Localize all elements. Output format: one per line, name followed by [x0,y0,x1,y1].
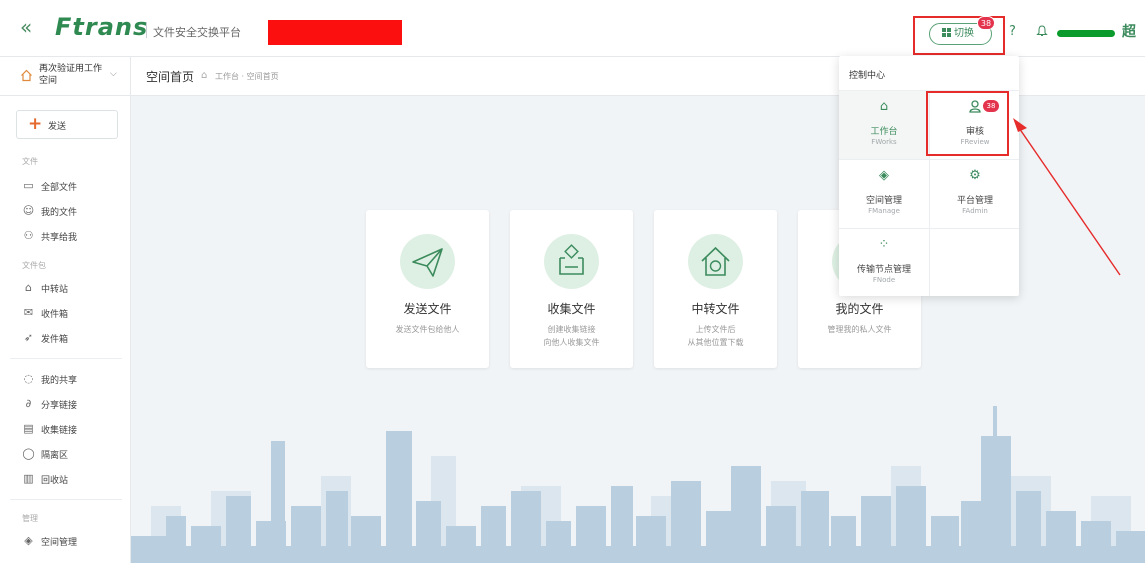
card-send-files[interactable]: 发送文件 发送文件包给他人 [366,210,489,368]
sidebar-item-label: 中转站 [41,285,69,295]
tile-sublabel: FManage [868,207,900,215]
workspace-name: 再次验证用工作空间 [39,64,103,86]
card-title: 中转文件 [691,302,740,316]
tile-label: 传输节点管理 [856,265,911,275]
card-subtitle: 管理我的私人文件 [827,325,892,334]
tile-sublabel: FNode [872,276,896,284]
transfer-icon: ⌂ [25,281,32,294]
collect-box-icon [544,234,599,289]
tile-fnode[interactable]: ⁘ 传输节点管理 FNode [839,229,929,297]
sidebar-item-label: 空间管理 [41,538,78,548]
sidebar-item-transfer-station[interactable]: ⌂ 中转站 [22,281,122,297]
paper-plane-icon [400,234,455,289]
sidebar-item-label: 回收站 [41,476,69,486]
top-header: « Ftrans 文件安全交换平台 切换 38 ? 超 [0,0,1145,57]
sidebar-item-space-management[interactable]: ◈ 空间管理 [22,534,122,550]
sidebar-item-collect-links[interactable]: ▤ 收集链接 [22,422,122,438]
sidebar-item-share-links[interactable]: ∂ 分享链接 [22,397,122,413]
relay-house-icon [688,234,743,289]
platform-name: 文件安全交换平台 [153,26,241,39]
home-icon [20,69,33,85]
switch-label: 切换 [954,28,974,39]
user-file-icon: ☺ [22,204,35,217]
send-label: 发送 [48,122,67,132]
trash-icon: ▥ [23,472,34,485]
folder-icon: ▭ [23,179,34,192]
sidebar-item-quarantine[interactable]: ◯ 隔离区 [22,447,122,463]
sidebar-item-recycle-bin[interactable]: ▥ 回收站 [22,472,122,488]
layers-icon: ◈ [24,534,33,547]
layers-icon: ◈ [879,168,889,183]
review-badge: 38 [983,100,999,112]
tile-fworks[interactable]: ⌂ 工作台 FWorks [839,91,929,159]
card-relay-files[interactable]: 中转文件 上传文件后 从其他位置下载 [654,210,777,368]
link-icon: ∂ [25,397,32,410]
share-icon: ◌ [23,372,34,385]
control-center-title: 控制中心 [849,71,886,81]
redacted-region [268,20,402,45]
inbox-icon: ✉ [23,306,34,319]
sidebar-item-label: 全部文件 [41,183,78,193]
sidebar-item-label: 发件箱 [41,335,69,345]
card-title: 发送文件 [403,302,452,316]
help-icon[interactable]: ? [1009,24,1016,39]
outbox-icon: ➶ [23,331,34,344]
sidebar-item-inbox[interactable]: ✉ 收件箱 [22,306,122,322]
bell-icon[interactable] [1036,25,1048,37]
ftrans-logo: Ftrans [55,13,149,41]
workspace-selector[interactable]: 再次验证用工作空间 ⌵ [0,57,131,96]
card-collect-files[interactable]: 收集文件 创建收集链接 向他人收集文件 [510,210,633,368]
sidebar-item-all-files[interactable]: ▭ 全部文件 [22,179,122,195]
breadcrumb-home-icon[interactable]: ⌂ [201,70,207,81]
switch-badge: 38 [977,16,995,30]
collapse-sidebar-icon[interactable]: « [20,16,38,38]
sidebar-item-my-files[interactable]: ☺ 我的文件 [22,204,122,220]
sidebar-item-shared-with-me[interactable]: ⚇ 共享给我 [22,229,122,245]
sidebar-item-label: 收件箱 [41,310,69,320]
city-skyline-illustration [131,406,1145,563]
nodes-icon: ⁘ [878,237,890,252]
logo-divider [146,22,147,38]
breadcrumb-path[interactable]: 工作台 · 空间首页 [215,71,279,82]
sidebar-item-label: 隔离区 [41,451,69,461]
shield-icon: ◯ [22,447,35,460]
tile-sublabel: FWorks [871,138,897,146]
chevron-down-icon: ⌵ [110,69,117,79]
sidebar-item-label: 收集链接 [41,426,78,436]
username-redacted-bar[interactable] [1057,30,1115,37]
sidebar-item-label: 共享给我 [41,233,78,243]
page-title: 空间首页 [146,70,195,84]
user-avatar[interactable]: 超 [1122,21,1136,41]
card-subtitle: 发送文件包给他人 [395,325,460,334]
card-subtitle: 创建收集链接 向他人收集文件 [543,325,600,347]
section-manage: 管理 [22,514,38,523]
sidebar-item-outbox[interactable]: ➶ 发件箱 [22,331,122,347]
send-button[interactable]: + 发送 [16,110,118,139]
sidebar-divider [10,499,122,500]
sidebar-item-label: 分享链接 [41,401,78,411]
collect-icon: ▤ [23,422,34,435]
share-users-icon: ⚇ [23,229,34,242]
tile-label: 工作台 [870,127,898,137]
tile-fmanage[interactable]: ◈ 空间管理 FManage [839,160,929,228]
card-title: 我的文件 [835,302,884,316]
grid-icon [942,28,951,37]
card-subtitle: 上传文件后 从其他位置下载 [687,325,744,347]
annotation-arrow [1013,118,1121,276]
section-files: 文件 [22,157,38,166]
plus-icon: + [28,114,43,134]
tile-label: 空间管理 [865,196,902,206]
sidebar: + 发送 文件 ▭ 全部文件 ☺ 我的文件 ⚇ 共享给我 文件包 ⌂ 中转站 ✉… [0,96,131,563]
sidebar-item-my-shares[interactable]: ◌ 我的共享 [22,372,122,388]
sidebar-item-label: 我的共享 [41,376,78,386]
sidebar-item-label: 我的文件 [41,208,78,218]
card-title: 收集文件 [547,302,596,316]
home-icon: ⌂ [879,99,889,114]
sidebar-divider [10,358,122,359]
section-mailbox: 文件包 [22,261,46,270]
